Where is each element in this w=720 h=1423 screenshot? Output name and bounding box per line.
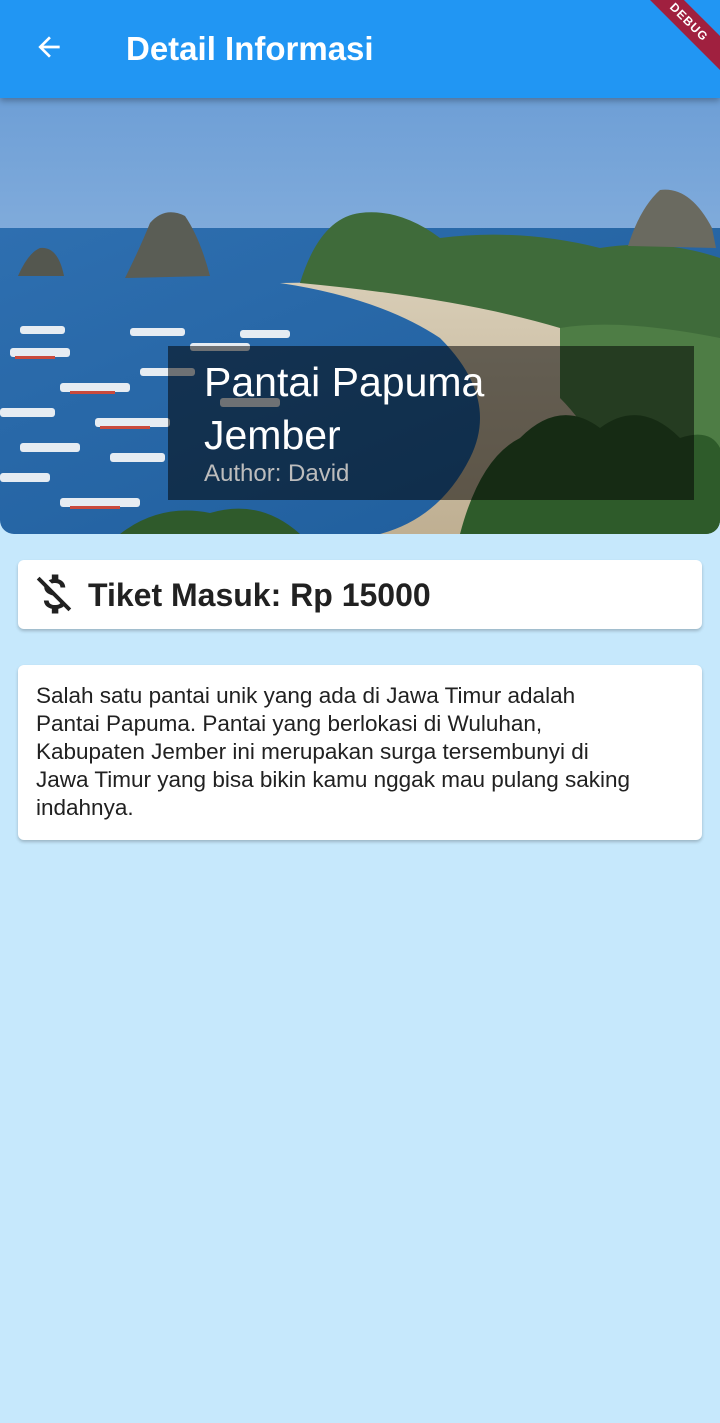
place-title: Pantai Papuma Jember: [204, 359, 485, 458]
debug-banner: DEBUG: [627, 0, 720, 84]
app-bar: Detail Informasi DEBUG: [0, 0, 720, 98]
hero-caption: Pantai Papuma Jember Author: David: [168, 346, 694, 500]
author-label: Author: David: [204, 460, 350, 487]
hero-image: Pantai Papuma Jember Author: David: [0, 98, 720, 534]
description-text: Salah satu pantai unik yang ada di Jawa …: [36, 683, 631, 820]
arrow-back-icon: [33, 31, 65, 68]
ticket-price-card: Tiket Masuk: Rp 15000: [18, 560, 702, 629]
money-off-icon: [28, 568, 80, 620]
description-card: Salah satu pantai unik yang ada di Jawa …: [18, 665, 702, 840]
page-title: Detail Informasi: [126, 30, 374, 67]
back-button[interactable]: [20, 20, 78, 78]
ticket-price-label: Tiket Masuk: Rp 15000: [88, 577, 431, 613]
